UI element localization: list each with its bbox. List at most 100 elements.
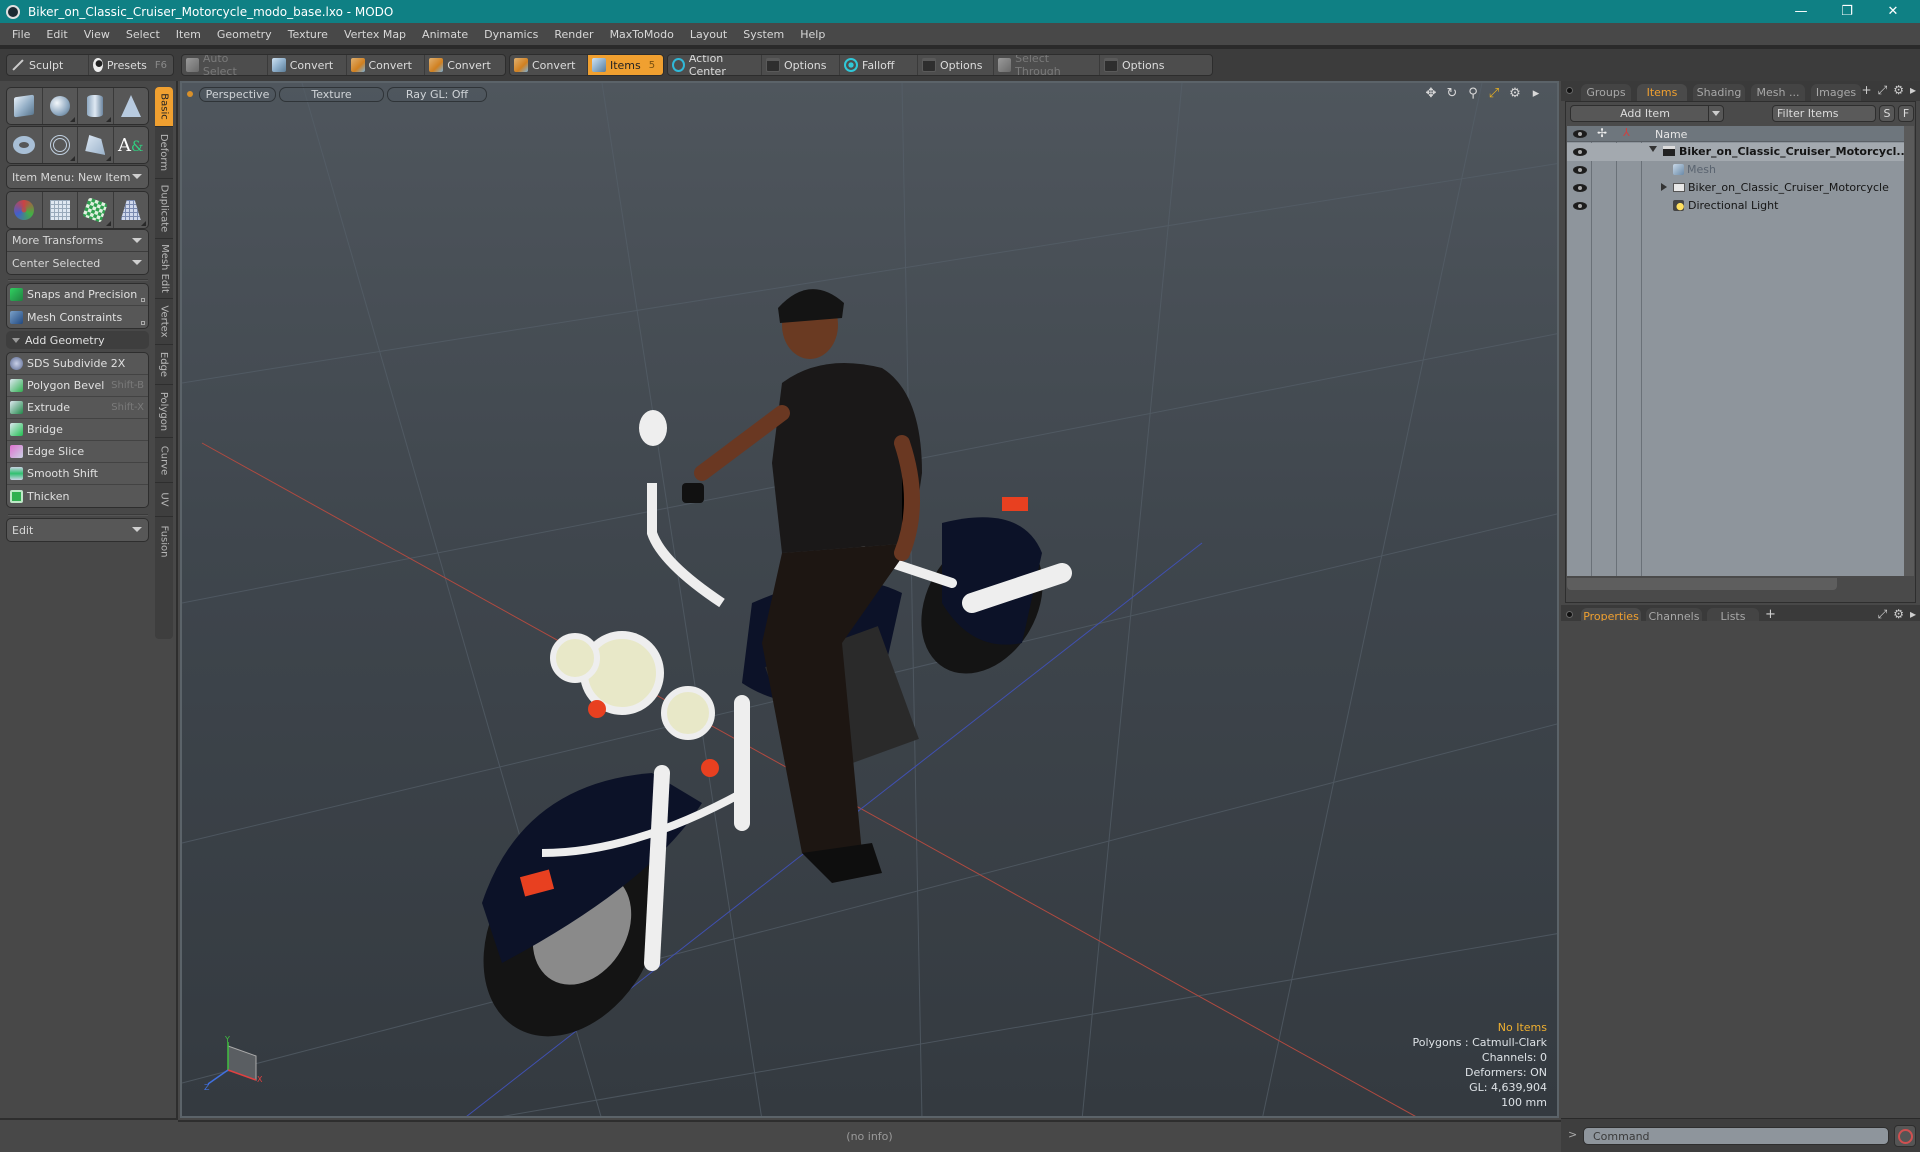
sds-subdivide-button[interactable]: SDS Subdivide 2X	[7, 353, 148, 375]
menu-help[interactable]: Help	[792, 28, 833, 41]
menu-layout[interactable]: Layout	[682, 28, 735, 41]
cone-tool[interactable]	[114, 88, 149, 124]
thicken-button[interactable]: Thicken	[7, 485, 148, 507]
menu-animate[interactable]: Animate	[414, 28, 476, 41]
action-center-button[interactable]: Action Center	[668, 55, 762, 75]
torus-tool[interactable]	[7, 127, 43, 163]
vtab-uv[interactable]: UV	[155, 483, 173, 517]
action-center-options-button[interactable]: Options	[762, 55, 840, 75]
items-mode-button[interactable]: Items 5	[587, 55, 663, 75]
panel-menu-arrow-icon[interactable]: ▸	[1910, 607, 1916, 622]
add-item-button[interactable]: Add Item	[1570, 105, 1720, 122]
item-row[interactable]: Biker_on_Classic_Cruiser_Motorcycl...	[1567, 143, 1909, 161]
item-row[interactable]: Biker_on_Classic_Cruiser_Motorcycle	[1567, 179, 1904, 197]
vtab-fusion[interactable]: Fusion	[155, 517, 173, 565]
menu-maxtomodo[interactable]: MaxToModo	[602, 28, 682, 41]
falloff-options-button[interactable]: Options	[918, 55, 994, 75]
viewport-menu-arrow-icon[interactable]: ▸	[1529, 86, 1543, 101]
add-geometry-header[interactable]: Add Geometry	[6, 331, 149, 349]
convert-edges-button[interactable]: Convert	[347, 55, 426, 75]
sculpt-button[interactable]: Sculpt	[7, 55, 89, 75]
spiral-tool[interactable]	[43, 127, 78, 163]
menu-dynamics[interactable]: Dynamics	[476, 28, 546, 41]
item-row[interactable]: Directional Light	[1567, 197, 1904, 215]
3d-viewport[interactable]: Perspective Texture Ray GL: Off ✥ ↻ ⚲ ⤢ …	[180, 81, 1559, 1118]
menu-file[interactable]: File	[4, 28, 38, 41]
visibility-eye-icon[interactable]	[1573, 148, 1587, 156]
vtab-curve[interactable]: Curve	[155, 438, 173, 483]
menu-view[interactable]: View	[76, 28, 118, 41]
item-row[interactable]: Mesh	[1567, 161, 1904, 179]
panel-settings-gear-icon[interactable]: ⚙	[1893, 83, 1904, 98]
menu-system[interactable]: System	[735, 28, 792, 41]
tab-mesh[interactable]: Mesh ...	[1751, 84, 1805, 101]
tab-shading[interactable]: Shading	[1693, 84, 1745, 101]
filter-s-button[interactable]: S	[1879, 105, 1895, 122]
expand-triangle-icon[interactable]	[1649, 146, 1657, 152]
visibility-eye-icon[interactable]	[1573, 184, 1587, 192]
filter-f-button[interactable]: F	[1898, 105, 1914, 122]
menu-item[interactable]: Item	[168, 28, 209, 41]
command-input[interactable]: Command	[1583, 1127, 1889, 1145]
shading-mode-button[interactable]: Texture	[279, 87, 384, 102]
close-button[interactable]: ✕	[1870, 0, 1916, 23]
vtab-basic[interactable]: Basic	[155, 87, 173, 127]
add-item-dropdown-arrow[interactable]	[1708, 105, 1724, 122]
cube-tool[interactable]	[7, 88, 43, 124]
polygon-bevel-button[interactable]: Polygon Bevel Shift-B	[7, 375, 148, 397]
mesh-constraints-button[interactable]: Mesh Constraints	[7, 306, 148, 328]
maximize-viewport-icon[interactable]: ⤢	[1487, 86, 1501, 101]
menu-select[interactable]: Select	[118, 28, 168, 41]
vtab-deform[interactable]: Deform	[155, 127, 173, 179]
rotate-icon[interactable]: ↻	[1445, 86, 1459, 101]
center-selected-dropdown[interactable]: Center Selected	[7, 252, 148, 274]
vtab-mesh-edit[interactable]: Mesh Edit	[155, 239, 173, 299]
collapsed-triangle-icon[interactable]	[1661, 183, 1667, 191]
item-list-horizontal-scrollbar[interactable]	[1567, 578, 1837, 590]
pan-icon[interactable]: ✥	[1424, 86, 1438, 101]
add-tab-icon[interactable]: +	[1765, 607, 1776, 622]
minimize-button[interactable]: —	[1778, 0, 1824, 23]
tab-items[interactable]: Items	[1637, 84, 1687, 101]
vtab-polygon[interactable]: Polygon	[155, 385, 173, 438]
auto-select-button[interactable]: Auto Select	[182, 55, 268, 75]
taper-tool[interactable]	[114, 192, 149, 228]
view-mode-button[interactable]: Perspective	[199, 87, 276, 102]
convert-materials-button[interactable]: Convert	[510, 55, 588, 75]
expand-panel-icon[interactable]: ⤢	[1878, 83, 1888, 98]
tab-images[interactable]: Images	[1811, 84, 1861, 101]
convert-vertices-button[interactable]: Convert	[268, 55, 347, 75]
panel-settings-gear-icon[interactable]: ⚙	[1893, 607, 1904, 622]
falloff-button[interactable]: Falloff	[840, 55, 918, 75]
vtab-duplicate[interactable]: Duplicate	[155, 179, 173, 239]
zoom-icon[interactable]: ⚲	[1466, 86, 1480, 101]
command-record-button[interactable]	[1894, 1125, 1916, 1147]
convert-polygons-button[interactable]: Convert	[425, 55, 505, 75]
menu-texture[interactable]: Texture	[280, 28, 336, 41]
vtab-vertex[interactable]: Vertex	[155, 299, 173, 345]
menu-vertex-map[interactable]: Vertex Map	[336, 28, 414, 41]
restore-button[interactable]: ❐	[1824, 0, 1870, 23]
smooth-shift-button[interactable]: Smooth Shift	[7, 463, 148, 485]
visibility-eye-icon[interactable]	[1573, 202, 1587, 210]
edit-dropdown[interactable]: Edit	[7, 519, 148, 541]
edge-slice-button[interactable]: Edge Slice	[7, 441, 148, 463]
tab-groups[interactable]: Groups	[1581, 84, 1631, 101]
vtab-edge[interactable]: Edge	[155, 345, 173, 385]
presets-button[interactable]: Presets F6	[89, 55, 173, 75]
menu-edit[interactable]: Edit	[38, 28, 75, 41]
add-tab-icon[interactable]: +	[1862, 83, 1872, 98]
raygl-toggle[interactable]: Ray GL: Off	[387, 87, 487, 102]
sphere-tool[interactable]	[43, 88, 78, 124]
item-list-vertical-scrollbar[interactable]	[1904, 126, 1914, 576]
extrude-button[interactable]: Extrude Shift-X	[7, 397, 148, 419]
viewport-settings-gear-icon[interactable]: ⚙	[1508, 86, 1522, 101]
expand-panel-icon[interactable]: ⤢	[1878, 607, 1888, 622]
bridge-button[interactable]: Bridge	[7, 419, 148, 441]
menu-geometry[interactable]: Geometry	[209, 28, 280, 41]
transform-tool[interactable]	[7, 192, 43, 228]
menu-render[interactable]: Render	[546, 28, 601, 41]
snaps-precision-button[interactable]: Snaps and Precision	[7, 284, 148, 306]
more-transforms-dropdown[interactable]: More Transforms	[7, 230, 148, 252]
pen-tool[interactable]	[78, 127, 114, 163]
